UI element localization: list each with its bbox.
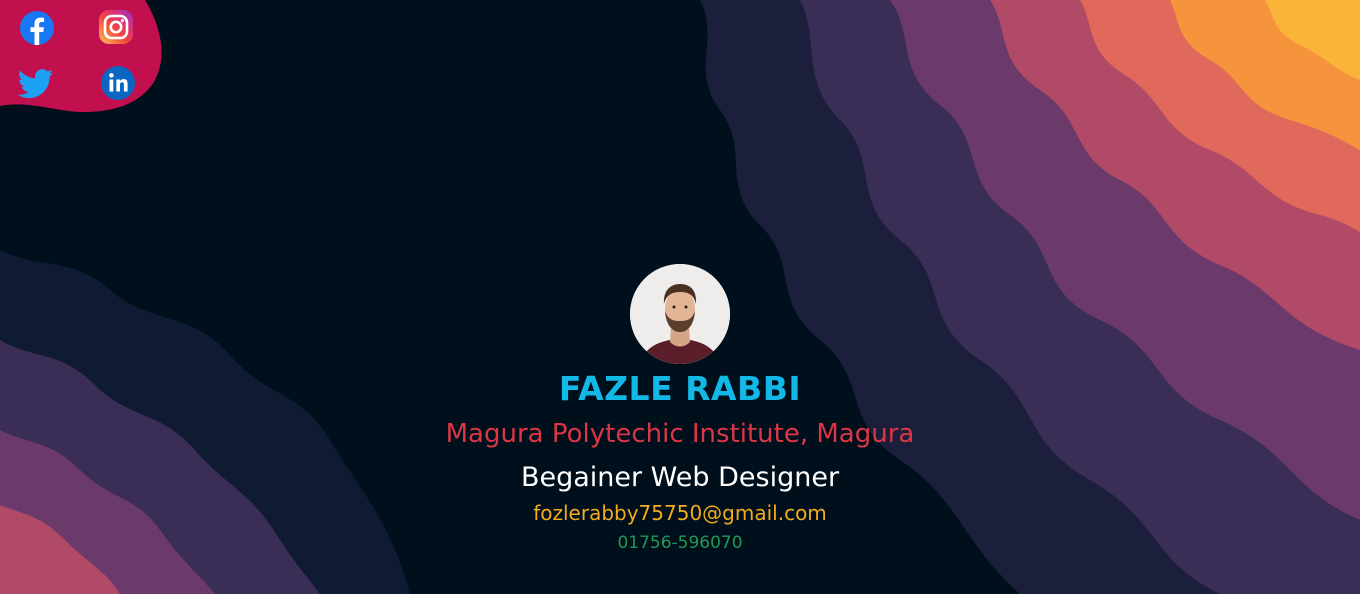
instagram-icon [99,10,133,44]
facebook-link[interactable] [18,9,56,47]
page: FAZLE RABBI Magura Polytechic Institute,… [0,0,1360,594]
instagram-link[interactable] [97,8,135,46]
profile-role: Begainer Web Designer [520,462,840,493]
facebook-icon [20,11,54,45]
linkedin-link[interactable] [99,64,137,102]
profile-card: FAZLE RABBI Magura Polytechic Institute,… [0,264,1360,555]
twitter-icon [17,69,53,99]
linkedin-icon [101,66,135,100]
profile-institute: Magura Polytechic Institute, Magura [445,419,915,449]
avatar [630,264,730,364]
profile-name: FAZLE RABBI [558,369,802,408]
profile-phone: 01756-596070 [617,533,743,553]
twitter-link[interactable] [17,64,55,102]
profile-email: fozlerabby75750@gmail.com [533,501,827,525]
avatar-portrait [630,264,730,364]
